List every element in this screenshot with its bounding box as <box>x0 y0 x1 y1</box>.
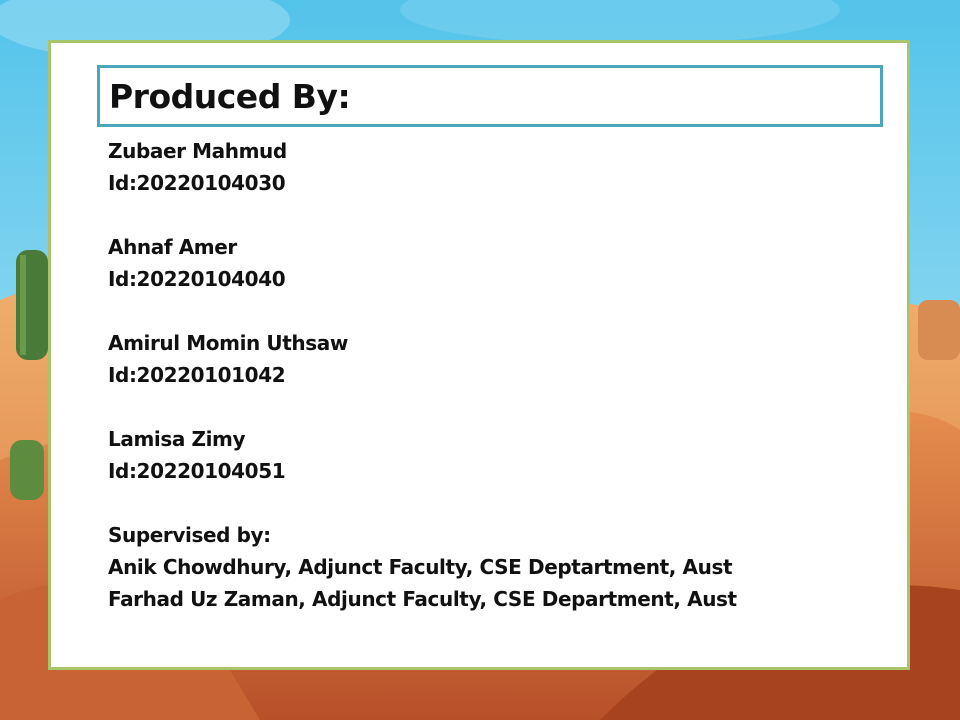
member-id: Id:20220104030 <box>108 171 286 195</box>
member-name: Amirul Momin Uthsaw <box>108 331 348 355</box>
member-name: Ahnaf Amer <box>108 235 237 259</box>
member-name: Lamisa Zimy <box>108 427 246 451</box>
supervisor-line: Anik Chowdhury, Adjunct Faculty, CSE Dep… <box>108 555 733 579</box>
member-id: Id:20220101042 <box>108 363 286 387</box>
title-placeholder[interactable]: Produced By: <box>97 65 883 127</box>
supervisor-line: Farhad Uz Zaman, Adjunct Faculty, CSE De… <box>108 587 737 611</box>
slide-stage: Produced By: Zubaer Mahmud Id:2022010403… <box>0 0 960 720</box>
slide-title: Produced By: <box>109 76 351 116</box>
supervised-heading: Supervised by: <box>108 523 271 547</box>
member-id: Id:20220104051 <box>108 459 286 483</box>
content-card: Produced By: Zubaer Mahmud Id:2022010403… <box>48 40 910 670</box>
body-text-box[interactable]: Zubaer Mahmud Id:20220104030 Ahnaf Amer … <box>108 135 888 615</box>
member-id: Id:20220104040 <box>108 267 286 291</box>
member-name: Zubaer Mahmud <box>108 139 287 163</box>
